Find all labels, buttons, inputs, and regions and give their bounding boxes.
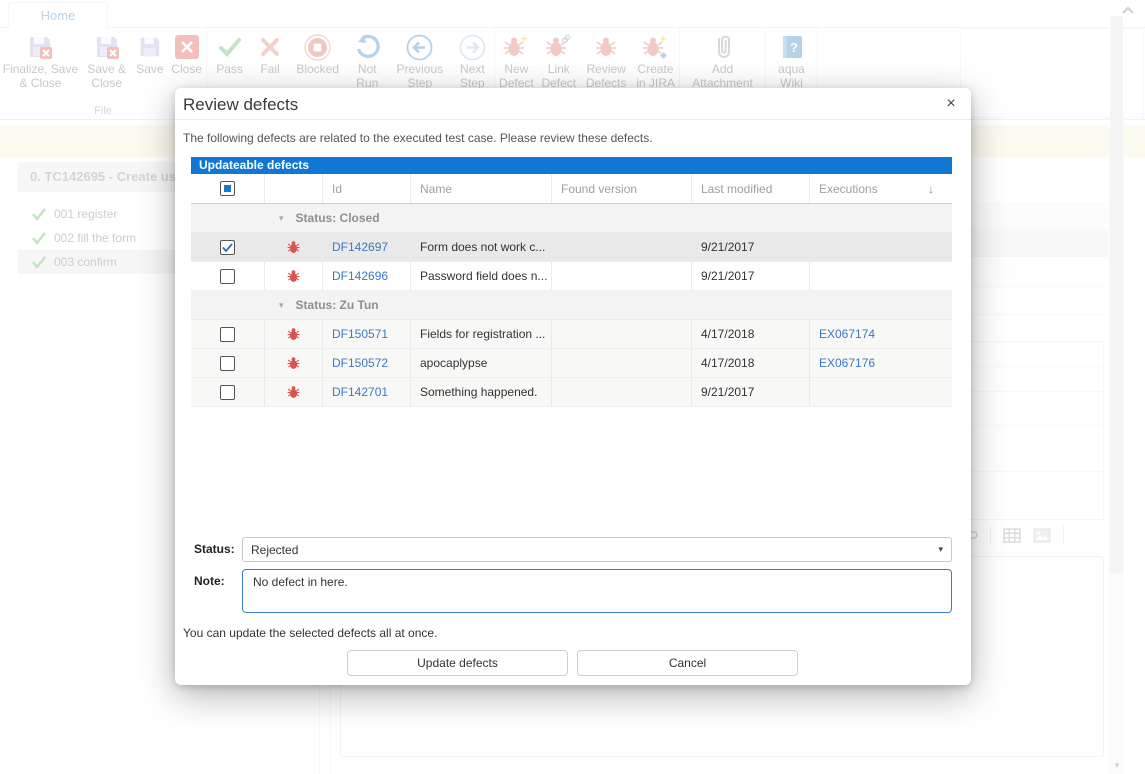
- row-checkbox-checked[interactable]: [220, 240, 235, 255]
- dialog-description: The following defects are related to the…: [183, 131, 653, 145]
- row-checkbox-unchecked[interactable]: [220, 269, 235, 284]
- last-modified-cell: 9/21/2017: [692, 378, 810, 406]
- column-header-found-version[interactable]: Found version: [552, 174, 692, 203]
- defect-name-cell: Form does not work c...: [411, 233, 552, 261]
- row-checkbox-unchecked[interactable]: [220, 385, 235, 400]
- dialog-hint: You can update the selected defects all …: [183, 626, 437, 640]
- group-label: Status: Zu Tun: [296, 298, 379, 312]
- cancel-button[interactable]: Cancel: [577, 650, 798, 676]
- collapse-caret-icon[interactable]: ▾: [279, 213, 284, 224]
- column-header-executions[interactable]: Executions ↓: [810, 174, 952, 203]
- dialog-title-divider: [175, 119, 971, 120]
- found-version-cell: [552, 378, 692, 406]
- found-version-cell: [552, 320, 692, 348]
- dialog-title: Review defects: [183, 95, 298, 115]
- select-all-checkbox[interactable]: [220, 181, 235, 196]
- last-modified-cell: 9/21/2017: [692, 233, 810, 261]
- found-version-cell: [552, 262, 692, 290]
- row-type-cell: [265, 320, 323, 348]
- row-select-cell: [191, 378, 265, 406]
- check-mark: [222, 243, 233, 252]
- dropdown-caret-icon: ▾: [938, 544, 943, 555]
- update-defects-button[interactable]: Update defects: [347, 650, 568, 676]
- defect-name-cell: Something happened.: [411, 378, 552, 406]
- collapse-caret-icon[interactable]: ▾: [279, 300, 284, 311]
- table-row[interactable]: DF150572 apocaplypse 4/17/2018 EX067176: [191, 349, 952, 378]
- table-row[interactable]: DF142697 Form does not work c... 9/21/20…: [191, 233, 952, 262]
- select-all-cell: [191, 174, 265, 203]
- defect-id-link[interactable]: DF150571: [332, 327, 388, 341]
- found-version-cell: [552, 349, 692, 377]
- execution-link[interactable]: EX067176: [819, 356, 875, 370]
- column-header-id[interactable]: Id: [323, 174, 411, 203]
- table-caption: Updateable defects: [191, 157, 952, 174]
- note-field-label: Note:: [194, 574, 238, 588]
- defect-bug-icon: [287, 268, 300, 284]
- row-select-cell: [191, 320, 265, 348]
- defect-bug-icon: [287, 239, 300, 255]
- row-type-cell: [265, 378, 323, 406]
- defect-bug-icon: [287, 326, 300, 342]
- defects-table: Updateable defects Id Name Found version…: [191, 157, 952, 407]
- table-header-row: Id Name Found version Last modified Exec…: [191, 174, 952, 204]
- indeterminate-mark: [224, 185, 231, 192]
- defect-name-cell: Fields for registration ...: [411, 320, 552, 348]
- column-header-last-modified[interactable]: Last modified: [692, 174, 810, 203]
- column-header-name[interactable]: Name: [411, 174, 552, 203]
- row-checkbox-unchecked[interactable]: [220, 356, 235, 371]
- defect-id-link[interactable]: DF142697: [332, 240, 388, 254]
- row-select-cell: [191, 349, 265, 377]
- row-select-cell: [191, 262, 265, 290]
- table-row[interactable]: DF142701 Something happened. 9/21/2017: [191, 378, 952, 407]
- row-type-cell: [265, 233, 323, 261]
- execution-cell: [810, 233, 952, 261]
- execution-cell: [810, 378, 952, 406]
- defect-id-link[interactable]: DF142696: [332, 269, 388, 283]
- status-select[interactable]: Rejected ▾: [242, 537, 952, 562]
- found-version-cell: [552, 233, 692, 261]
- status-field-label: Status:: [194, 542, 238, 556]
- note-textarea[interactable]: No defect in here.: [242, 569, 952, 613]
- dialog-close-button[interactable]: ×: [941, 94, 961, 114]
- row-type-cell: [265, 262, 323, 290]
- review-defects-dialog: Review defects × The following defects a…: [175, 88, 971, 685]
- table-row[interactable]: DF142696 Password field does n... 9/21/2…: [191, 262, 952, 291]
- row-select-cell: [191, 233, 265, 261]
- defect-name-cell: Password field does n...: [411, 262, 552, 290]
- row-type-cell: [265, 349, 323, 377]
- last-modified-cell: 9/21/2017: [692, 262, 810, 290]
- last-modified-cell: 4/17/2018: [692, 320, 810, 348]
- defect-bug-icon: [287, 384, 300, 400]
- group-row-closed[interactable]: ▾ Status: Closed: [191, 204, 952, 233]
- group-row-zu-tun[interactable]: ▾ Status: Zu Tun: [191, 291, 952, 320]
- execution-link[interactable]: EX067174: [819, 327, 875, 341]
- icon-column-header[interactable]: [265, 174, 323, 203]
- group-label: Status: Closed: [296, 211, 380, 225]
- defect-id-link[interactable]: DF142701: [332, 385, 388, 399]
- sort-descending-icon[interactable]: ↓: [928, 182, 952, 196]
- row-checkbox-unchecked[interactable]: [220, 327, 235, 342]
- execution-cell: [810, 262, 952, 290]
- defect-id-link[interactable]: DF150572: [332, 356, 388, 370]
- defect-bug-icon: [287, 355, 300, 371]
- last-modified-cell: 4/17/2018: [692, 349, 810, 377]
- status-selected-value: Rejected: [251, 543, 298, 557]
- defect-name-cell: apocaplypse: [411, 349, 552, 377]
- column-label: Executions: [819, 182, 878, 196]
- table-row[interactable]: DF150571 Fields for registration ... 4/1…: [191, 320, 952, 349]
